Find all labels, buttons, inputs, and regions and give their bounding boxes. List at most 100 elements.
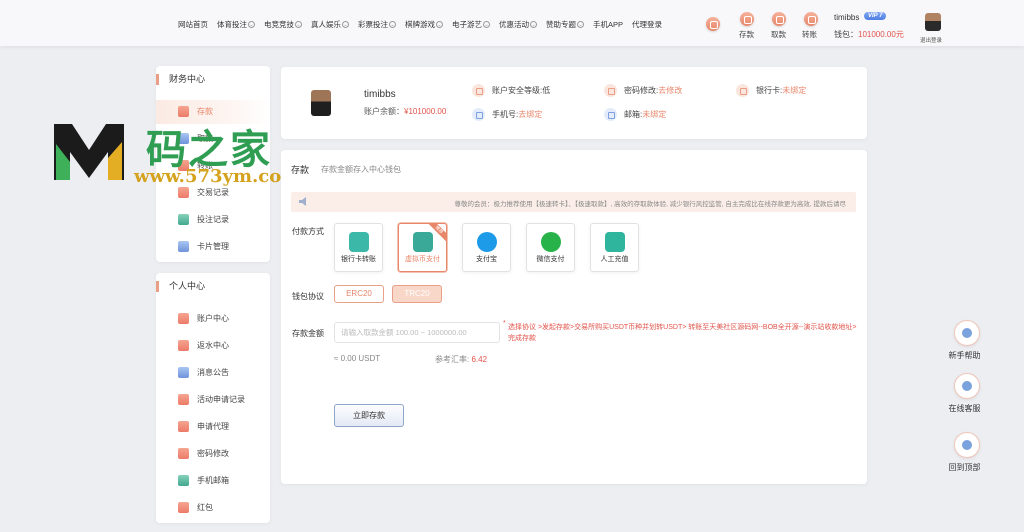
- chevron-down-icon: ⌄: [342, 21, 349, 28]
- sidebar-item[interactable]: 存款: [178, 106, 213, 117]
- recommend-badge: 推荐: [428, 224, 446, 242]
- rate-label: 参考汇率:: [435, 355, 472, 364]
- security-level: 账户安全等级: 低: [472, 84, 550, 97]
- payment-method-icon: [477, 232, 497, 252]
- sidebar-item-icon: [178, 448, 189, 459]
- nav-item[interactable]: 代理登录: [632, 19, 662, 30]
- wallet-protocol-label: 钱包协议: [292, 292, 324, 301]
- help-icon[interactable]: [954, 320, 980, 346]
- speaker-icon: [299, 197, 306, 206]
- nav-item[interactable]: 体育投注 ⌄: [217, 19, 255, 30]
- submit-deposit-button[interactable]: 立即存款: [334, 404, 404, 427]
- sidebar-item-label: 消息公告: [197, 368, 229, 377]
- header-withdraw-link[interactable]: 取款: [771, 29, 786, 40]
- sidebar-item-label: 活动申请记录: [197, 395, 245, 404]
- nav-item[interactable]: 彩票投注 ⌄: [358, 19, 396, 30]
- transfer-icon[interactable]: [804, 12, 818, 26]
- personal-title: 个人中心: [156, 281, 205, 292]
- phone-status: 手机号: 去绑定: [472, 108, 542, 121]
- service-widget[interactable]: 在线客服: [949, 373, 982, 414]
- nav-item-label: 棋牌游戏: [405, 20, 435, 29]
- header-wallet: 钱包：101000.00元: [834, 29, 904, 40]
- sidebar-item[interactable]: 卡片管理: [178, 241, 229, 252]
- nav-item[interactable]: 棋牌游戏 ⌄: [405, 19, 443, 30]
- account-card: [281, 67, 867, 139]
- headset-icon[interactable]: [954, 373, 980, 399]
- sidebar-item-label: 交易记录: [197, 188, 229, 197]
- protocol-option[interactable]: TRC20: [392, 285, 442, 303]
- sidebar-item[interactable]: 活动申请记录: [178, 394, 245, 405]
- payment-method-option[interactable]: 支付宝: [462, 223, 511, 272]
- arrow-up-icon[interactable]: [954, 432, 980, 458]
- nav-item[interactable]: 电竞竞技 ⌄: [264, 19, 302, 30]
- payment-method-option[interactable]: 微信支付: [526, 223, 575, 272]
- sidebar-item-icon: [178, 367, 189, 378]
- sidebar-item[interactable]: 账户中心: [178, 313, 229, 324]
- back-to-top-label[interactable]: 回到顶部: [947, 462, 982, 473]
- promo-icon[interactable]: [706, 17, 720, 31]
- sidebar-item[interactable]: 申请代理: [178, 421, 229, 432]
- nav-item[interactable]: 电子游艺 ⌄: [452, 19, 490, 30]
- header-transfer-link[interactable]: 转账: [802, 29, 817, 40]
- sidebar-item[interactable]: 消息公告: [178, 367, 229, 378]
- back-to-top-widget[interactable]: 回到顶部: [949, 432, 982, 473]
- sidebar-item-label: 卡片管理: [197, 242, 229, 251]
- sidebar-item-icon: [178, 106, 189, 117]
- nav-item-label: 代理登录: [632, 20, 663, 29]
- protocol-option[interactable]: ERC20: [334, 285, 384, 303]
- password-change-link[interactable]: 去修改: [658, 85, 682, 96]
- help-widget[interactable]: 新手帮助: [949, 320, 982, 361]
- payment-method-icon: [541, 232, 561, 252]
- sidebar-item-icon: [178, 394, 189, 405]
- personal-sidebar: 个人中心 账户中心返水中心消息公告活动申请记录申请代理密码修改手机邮箱红包: [156, 273, 270, 523]
- payment-method-label: 人工充值: [600, 256, 629, 263]
- sidebar-item[interactable]: 投注记录: [178, 214, 229, 225]
- service-label[interactable]: 在线客服: [947, 403, 982, 414]
- chevron-down-icon: ⌄: [295, 21, 302, 28]
- header-deposit-link[interactable]: 存款: [739, 29, 754, 40]
- payment-method-option[interactable]: 银行卡转账: [334, 223, 383, 272]
- sidebar-item[interactable]: 红包: [178, 502, 213, 513]
- sidebar-item-label: 存款: [197, 107, 213, 116]
- exchange-rate: 参考汇率: 6.42: [435, 354, 487, 365]
- notice-bar: 尊敬的会员：极力推荐使用【极速转卡】、【极速取款】, 高效的存取款体验, 减少银…: [291, 192, 856, 212]
- payment-method-option[interactable]: 虚拟币支付 推荐: [398, 223, 447, 272]
- nav-item[interactable]: 真人娱乐 ⌄: [311, 19, 349, 30]
- payment-method-label: 付款方式: [292, 227, 324, 236]
- sidebar-item-icon: [178, 475, 189, 486]
- nav-item[interactable]: 赞助专题 ⌄: [546, 19, 584, 30]
- phone-label: 手机号:: [492, 110, 519, 119]
- withdraw-icon[interactable]: [772, 12, 786, 26]
- payment-method-option[interactable]: 人工充值: [590, 223, 639, 272]
- sidebar-item-icon: [178, 313, 189, 324]
- header-avatar[interactable]: [925, 13, 941, 31]
- card-bind-link[interactable]: 未绑定: [782, 85, 806, 96]
- sidebar-item[interactable]: 密码修改: [178, 448, 229, 459]
- email-status: 邮箱: 未绑定: [604, 108, 666, 121]
- sidebar-item[interactable]: 返水中心: [178, 340, 229, 351]
- nav-item-label: 电子游艺: [452, 20, 482, 29]
- chevron-down-icon: ⌄: [483, 21, 490, 28]
- payment-method-icon: [605, 232, 625, 252]
- sidebar-item-label: 账户中心: [197, 314, 229, 323]
- rate-value: 6.42: [471, 355, 488, 364]
- payment-method-icon: [349, 232, 369, 252]
- help-label[interactable]: 新手帮助: [947, 350, 982, 361]
- sidebar-item[interactable]: 交易记录: [178, 187, 229, 198]
- email-bind-link[interactable]: 未绑定: [642, 109, 666, 120]
- deposit-icon[interactable]: [740, 12, 754, 26]
- sidebar-item-label: 返水中心: [197, 341, 229, 350]
- tab-deposit[interactable]: 存款: [291, 163, 309, 176]
- bank-card-status: 银行卡: 未绑定: [736, 84, 806, 97]
- nav-item[interactable]: 手机APP: [593, 19, 623, 30]
- balance-value: ¥101000.00: [404, 107, 447, 116]
- balance-label: 账户余额：: [364, 107, 404, 116]
- sidebar-item-label: 红包: [197, 503, 213, 512]
- sidebar-item[interactable]: 手机邮箱: [178, 475, 229, 486]
- nav-item[interactable]: 网站首页: [178, 19, 208, 30]
- phone-bind-link[interactable]: 去绑定: [518, 109, 542, 120]
- sidebar-item-icon: [178, 421, 189, 432]
- logout-link[interactable]: 退出登录: [920, 36, 942, 44]
- amount-input[interactable]: [334, 322, 500, 343]
- nav-item[interactable]: 优惠活动 ⌄: [499, 19, 537, 30]
